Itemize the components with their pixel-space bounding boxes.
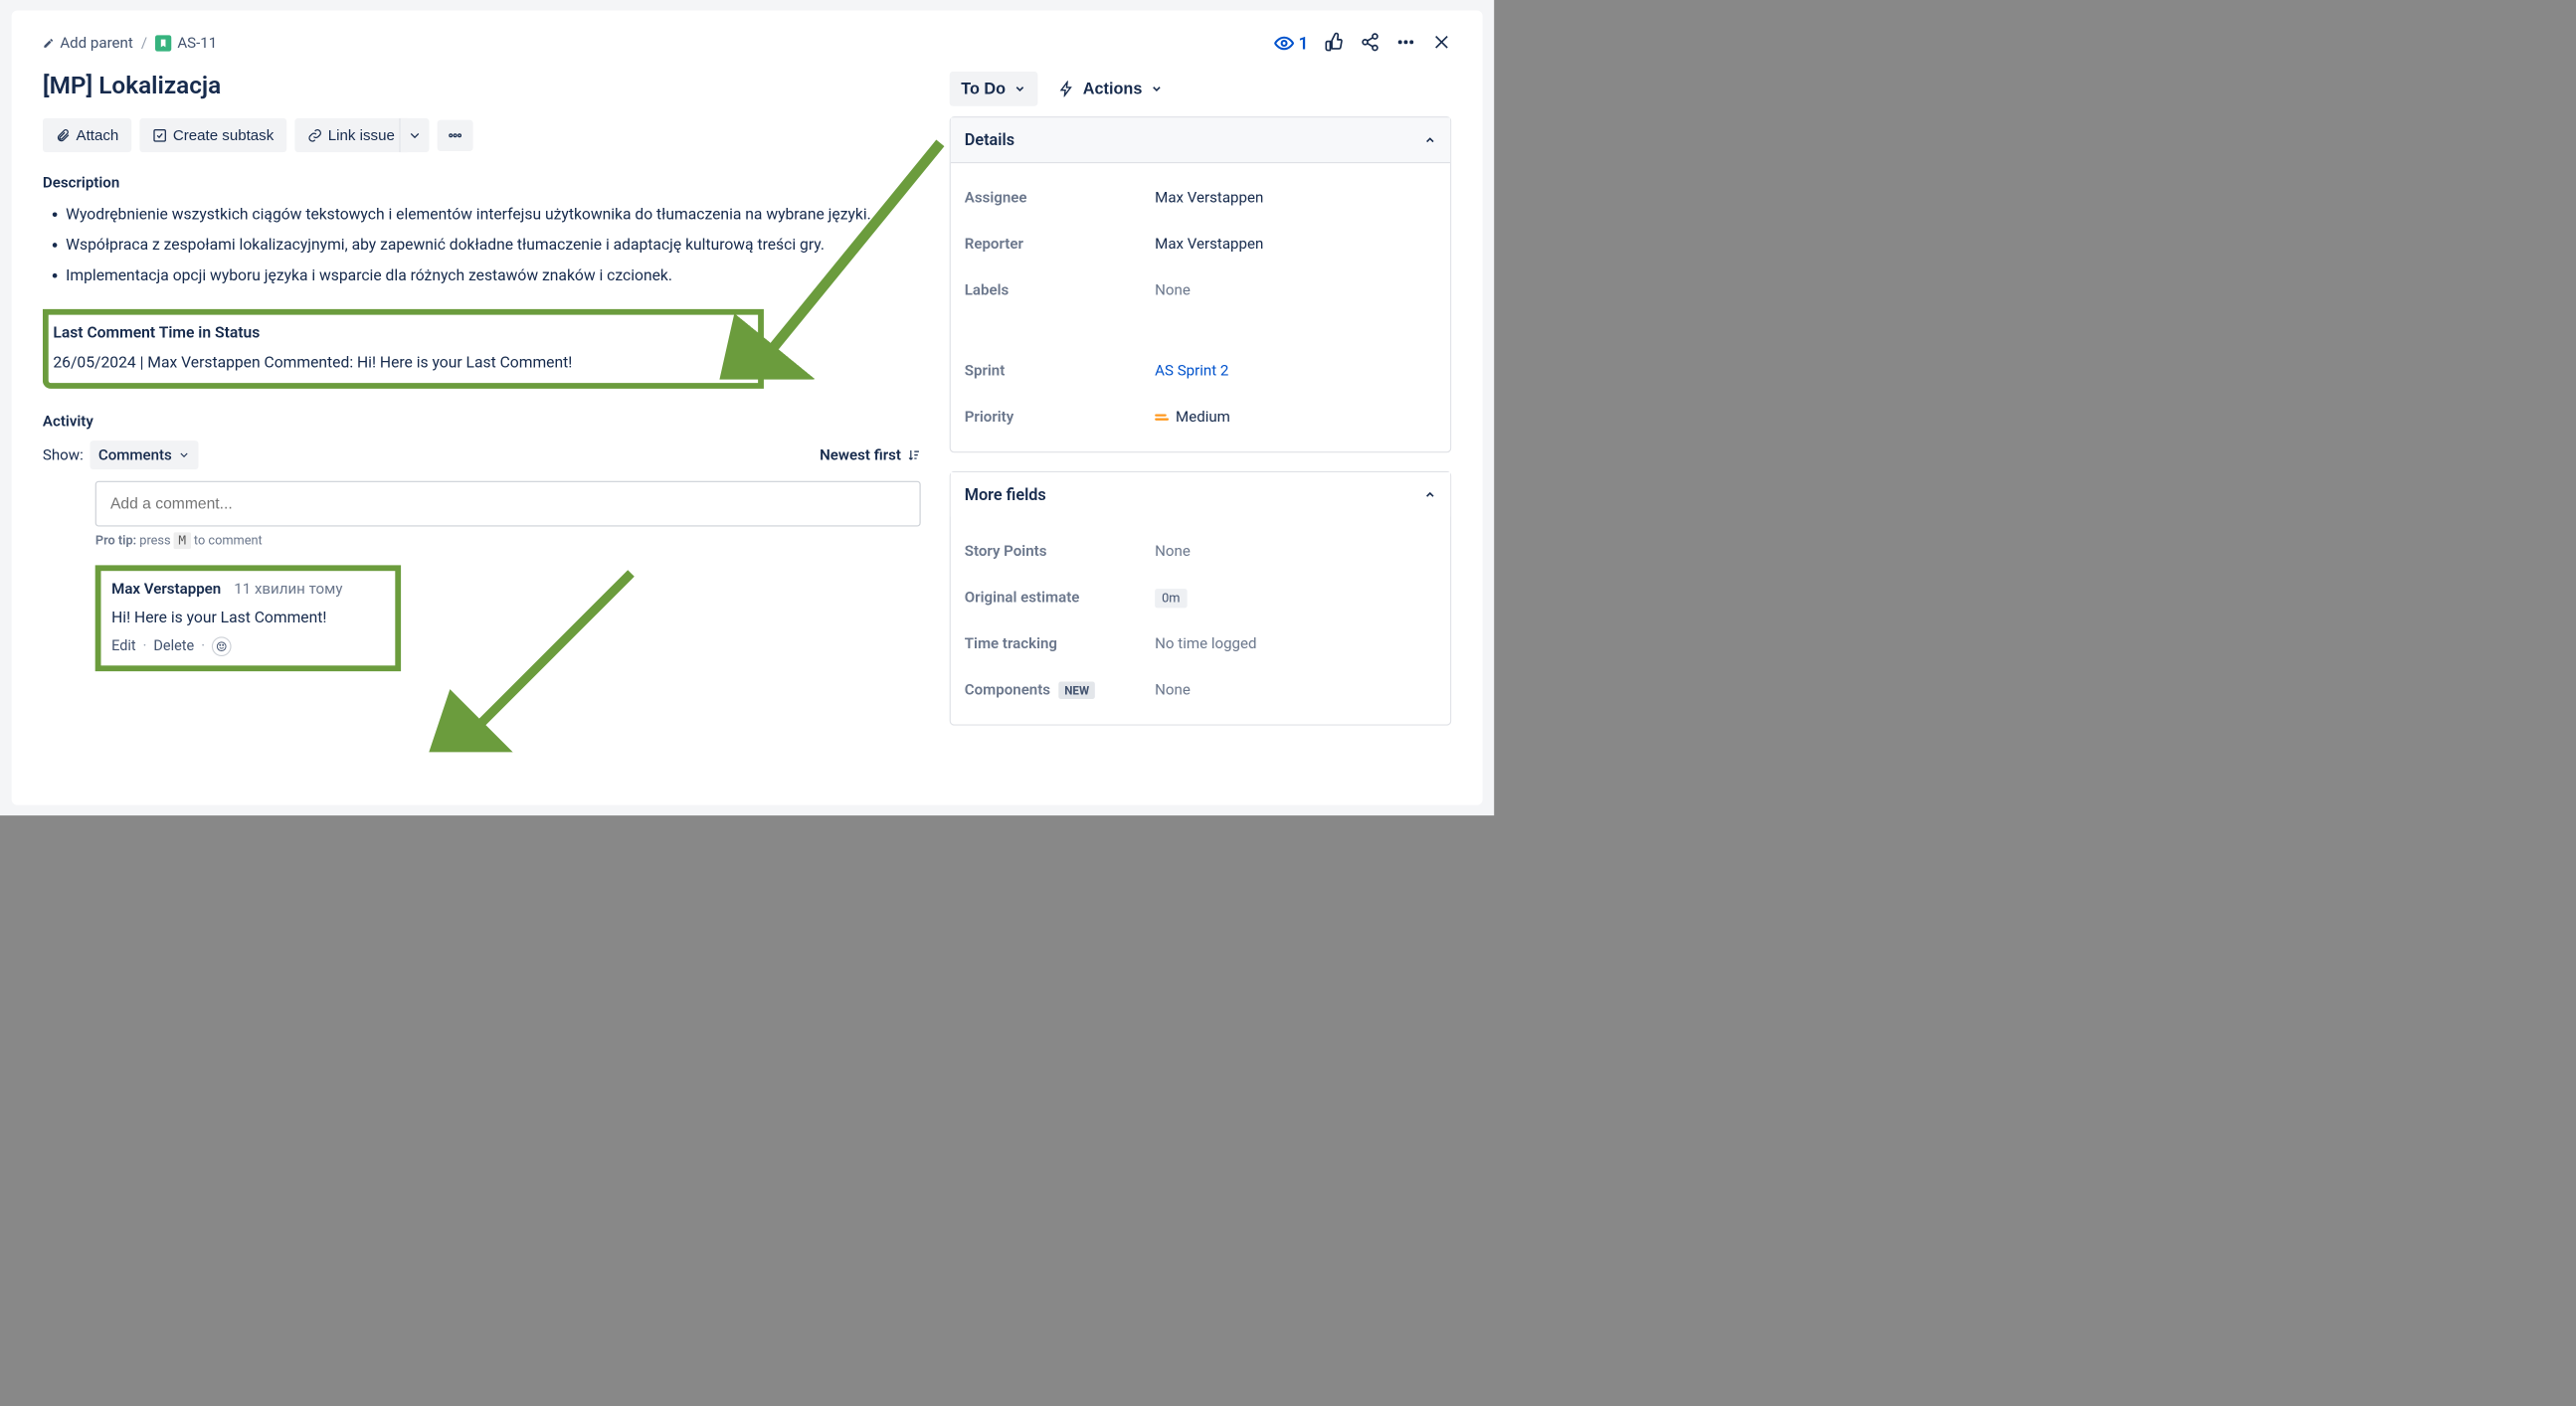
- actions-label: Actions: [1083, 80, 1143, 98]
- comment-card: Max Verstappen 11 хвилин тому Hi! Here i…: [95, 565, 401, 671]
- add-parent-link[interactable]: Add parent: [43, 35, 133, 52]
- description-body[interactable]: Wyodrębnienie wszystkich ciągów tekstowy…: [43, 202, 921, 288]
- issue-key-label: AS-11: [177, 35, 217, 52]
- chevron-down-icon: [1013, 83, 1026, 95]
- eye-icon: [1274, 34, 1294, 54]
- edit-comment[interactable]: Edit: [111, 638, 136, 655]
- more-fields-title: More fields: [965, 485, 1046, 504]
- create-subtask-button[interactable]: Create subtask: [139, 118, 286, 152]
- sort-icon: [907, 447, 921, 461]
- more-actions-button[interactable]: [438, 119, 473, 150]
- activity-filter[interactable]: Comments: [91, 440, 199, 469]
- attach-label: Attach: [77, 126, 119, 144]
- list-item: Wyodrębnienie wszystkich ciągów tekstowy…: [66, 202, 921, 227]
- close-icon: [1432, 32, 1452, 52]
- original-estimate-value[interactable]: 0m: [1155, 589, 1436, 606]
- assignee-label: Assignee: [965, 189, 1155, 206]
- list-item: Implementacja opcji wyboru języka i wspa…: [66, 264, 921, 288]
- react-button[interactable]: [212, 636, 232, 656]
- assignee-value[interactable]: Max Verstappen: [1155, 189, 1436, 206]
- time-tracking-label: Time tracking: [965, 635, 1155, 652]
- description-label: Description: [43, 174, 921, 191]
- issue-title[interactable]: [MP] Lokalizacja: [43, 72, 921, 99]
- chevron-up-icon: [1423, 488, 1436, 501]
- more-button[interactable]: [1396, 32, 1416, 54]
- issue-key-link[interactable]: AS-11: [155, 35, 217, 52]
- details-header[interactable]: Details: [951, 117, 1450, 163]
- more-fields-panel: More fields Story Points None Original e…: [950, 471, 1452, 726]
- priority-icon: [1155, 414, 1169, 420]
- sort-button[interactable]: Newest first: [820, 446, 921, 463]
- chevron-up-icon: [1423, 133, 1436, 146]
- comment-author[interactable]: Max Verstappen: [111, 580, 221, 597]
- link-issue-button[interactable]: Link issue: [294, 118, 407, 152]
- share-button[interactable]: [1361, 32, 1380, 54]
- activity-filter-label: Comments: [98, 446, 172, 463]
- components-value[interactable]: None: [1155, 681, 1436, 698]
- comment-time: 11 хвилин тому: [234, 580, 342, 597]
- dots-icon: [1396, 32, 1416, 52]
- status-value: To Do: [961, 80, 1006, 98]
- thumbs-up-icon: [1325, 32, 1345, 52]
- dots-icon: [448, 127, 462, 142]
- add-parent-label: Add parent: [60, 35, 132, 52]
- pencil-icon: [43, 38, 55, 50]
- sprint-value[interactable]: AS Sprint 2: [1155, 362, 1436, 379]
- reporter-value[interactable]: Max Verstappen: [1155, 236, 1436, 253]
- watch-count: 1: [1298, 33, 1308, 53]
- breadcrumb: Add parent / AS-11: [43, 35, 217, 52]
- chevron-down-icon: [1150, 83, 1163, 95]
- attach-icon: [56, 127, 71, 142]
- create-subtask-label: Create subtask: [173, 126, 274, 144]
- chevron-down-icon: [408, 127, 423, 142]
- share-icon: [1361, 32, 1380, 52]
- components-label: Components NEW: [965, 681, 1155, 698]
- story-points-label: Story Points: [965, 543, 1155, 560]
- link-issue-dropdown[interactable]: [399, 118, 429, 152]
- labels-label: Labels: [965, 281, 1155, 298]
- story-points-value[interactable]: None: [1155, 543, 1436, 560]
- labels-value[interactable]: None: [1155, 281, 1436, 298]
- sprint-label: Sprint: [965, 362, 1155, 379]
- annotation-arrow: [424, 568, 654, 753]
- last-comment-text: 26/05/2024 | Max Verstappen Commented: H…: [53, 353, 753, 372]
- reporter-label: Reporter: [965, 236, 1155, 253]
- pro-tip: Pro tip: press M to comment: [95, 533, 921, 548]
- like-button[interactable]: [1325, 32, 1345, 54]
- close-button[interactable]: [1432, 32, 1452, 54]
- issue-dialog: Add parent / AS-11 1: [12, 10, 1483, 804]
- actions-dropdown[interactable]: Actions: [1054, 72, 1168, 106]
- details-title: Details: [965, 130, 1014, 149]
- bolt-icon: [1058, 81, 1074, 96]
- last-comment-field: Last Comment Time in Status 26/05/2024 |…: [43, 309, 764, 389]
- attach-button[interactable]: Attach: [43, 118, 131, 152]
- delete-comment[interactable]: Delete: [153, 638, 194, 655]
- link-issue-label: Link issue: [328, 126, 395, 144]
- show-label: Show:: [43, 446, 84, 463]
- priority-label: Priority: [965, 409, 1155, 426]
- watch-button[interactable]: 1: [1274, 33, 1308, 53]
- details-panel: Details Assignee Max Verstappen Reporter…: [950, 116, 1452, 452]
- last-comment-title: Last Comment Time in Status: [53, 323, 753, 342]
- story-icon: [155, 35, 171, 51]
- more-fields-header[interactable]: More fields: [951, 472, 1450, 517]
- time-tracking-value[interactable]: No time logged: [1155, 635, 1436, 652]
- activity-label: Activity: [43, 413, 921, 430]
- original-estimate-label: Original estimate: [965, 589, 1155, 606]
- subtask-icon: [152, 127, 167, 142]
- status-dropdown[interactable]: To Do: [950, 72, 1038, 106]
- list-item: Współpraca z zespołami lokalizacyjnymi, …: [66, 233, 921, 258]
- comment-body: Hi! Here is your Last Comment!: [111, 608, 385, 626]
- comment-input[interactable]: [95, 480, 921, 526]
- new-badge: NEW: [1058, 682, 1094, 699]
- chevron-down-icon: [178, 448, 191, 461]
- smile-icon: [216, 640, 228, 652]
- link-icon: [307, 127, 322, 142]
- sort-label: Newest first: [820, 446, 901, 463]
- priority-value[interactable]: Medium: [1155, 409, 1436, 426]
